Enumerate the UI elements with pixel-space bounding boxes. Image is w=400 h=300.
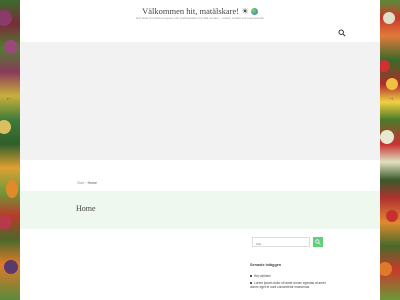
- main-navigation: [50, 27, 350, 39]
- breadcrumb-home-link[interactable]: Start: [77, 181, 84, 185]
- sidebar-search-input[interactable]: [252, 237, 310, 247]
- breadcrumb-separator: ›: [85, 181, 87, 185]
- vegetable-background-right: [380, 0, 400, 300]
- list-item[interactable]: Lorem ipsum dolor sit amet donec egestas…: [250, 281, 330, 289]
- breadcrumb: Start›Home: [77, 181, 97, 185]
- list-item[interactable]: Hej världen!: [250, 274, 330, 278]
- globe-icon: [250, 8, 258, 15]
- site-title-text: Välkommen hit, matälskare! ☀: [142, 6, 249, 16]
- recent-posts-list: Hej världen! Lorem ipsum dolor sit amet …: [250, 274, 330, 293]
- chevron-right-icon: →: [387, 95, 395, 102]
- vegetable-background-left: [0, 0, 20, 300]
- sidebar-search-button[interactable]: [313, 237, 323, 247]
- search-icon: [315, 239, 321, 245]
- chevron-left-icon: ←: [5, 95, 13, 102]
- recent-posts-title: Senaste inläggen: [250, 263, 282, 267]
- slider-next-button[interactable]: →: [386, 94, 396, 104]
- recent-post-link[interactable]: Hej världen!: [254, 274, 271, 278]
- breadcrumb-current: Home: [87, 181, 97, 185]
- hero-slider: ← →: [6, 42, 395, 160]
- page-title: Home: [76, 204, 96, 213]
- site-tagline: Här hittar du bästa recepten och matinsp…: [136, 16, 264, 20]
- search-icon[interactable]: [338, 29, 346, 37]
- bullet-icon: [250, 281, 252, 284]
- page-header-band: Home: [20, 191, 380, 229]
- page-container: Välkommen hit, matälskare! ☀ Här hittar …: [6, 0, 395, 300]
- recent-post-link[interactable]: Lorem ipsum dolor sit amet donec egestas…: [250, 281, 326, 289]
- bullet-icon: [250, 274, 252, 277]
- slider-prev-button[interactable]: ←: [4, 94, 14, 104]
